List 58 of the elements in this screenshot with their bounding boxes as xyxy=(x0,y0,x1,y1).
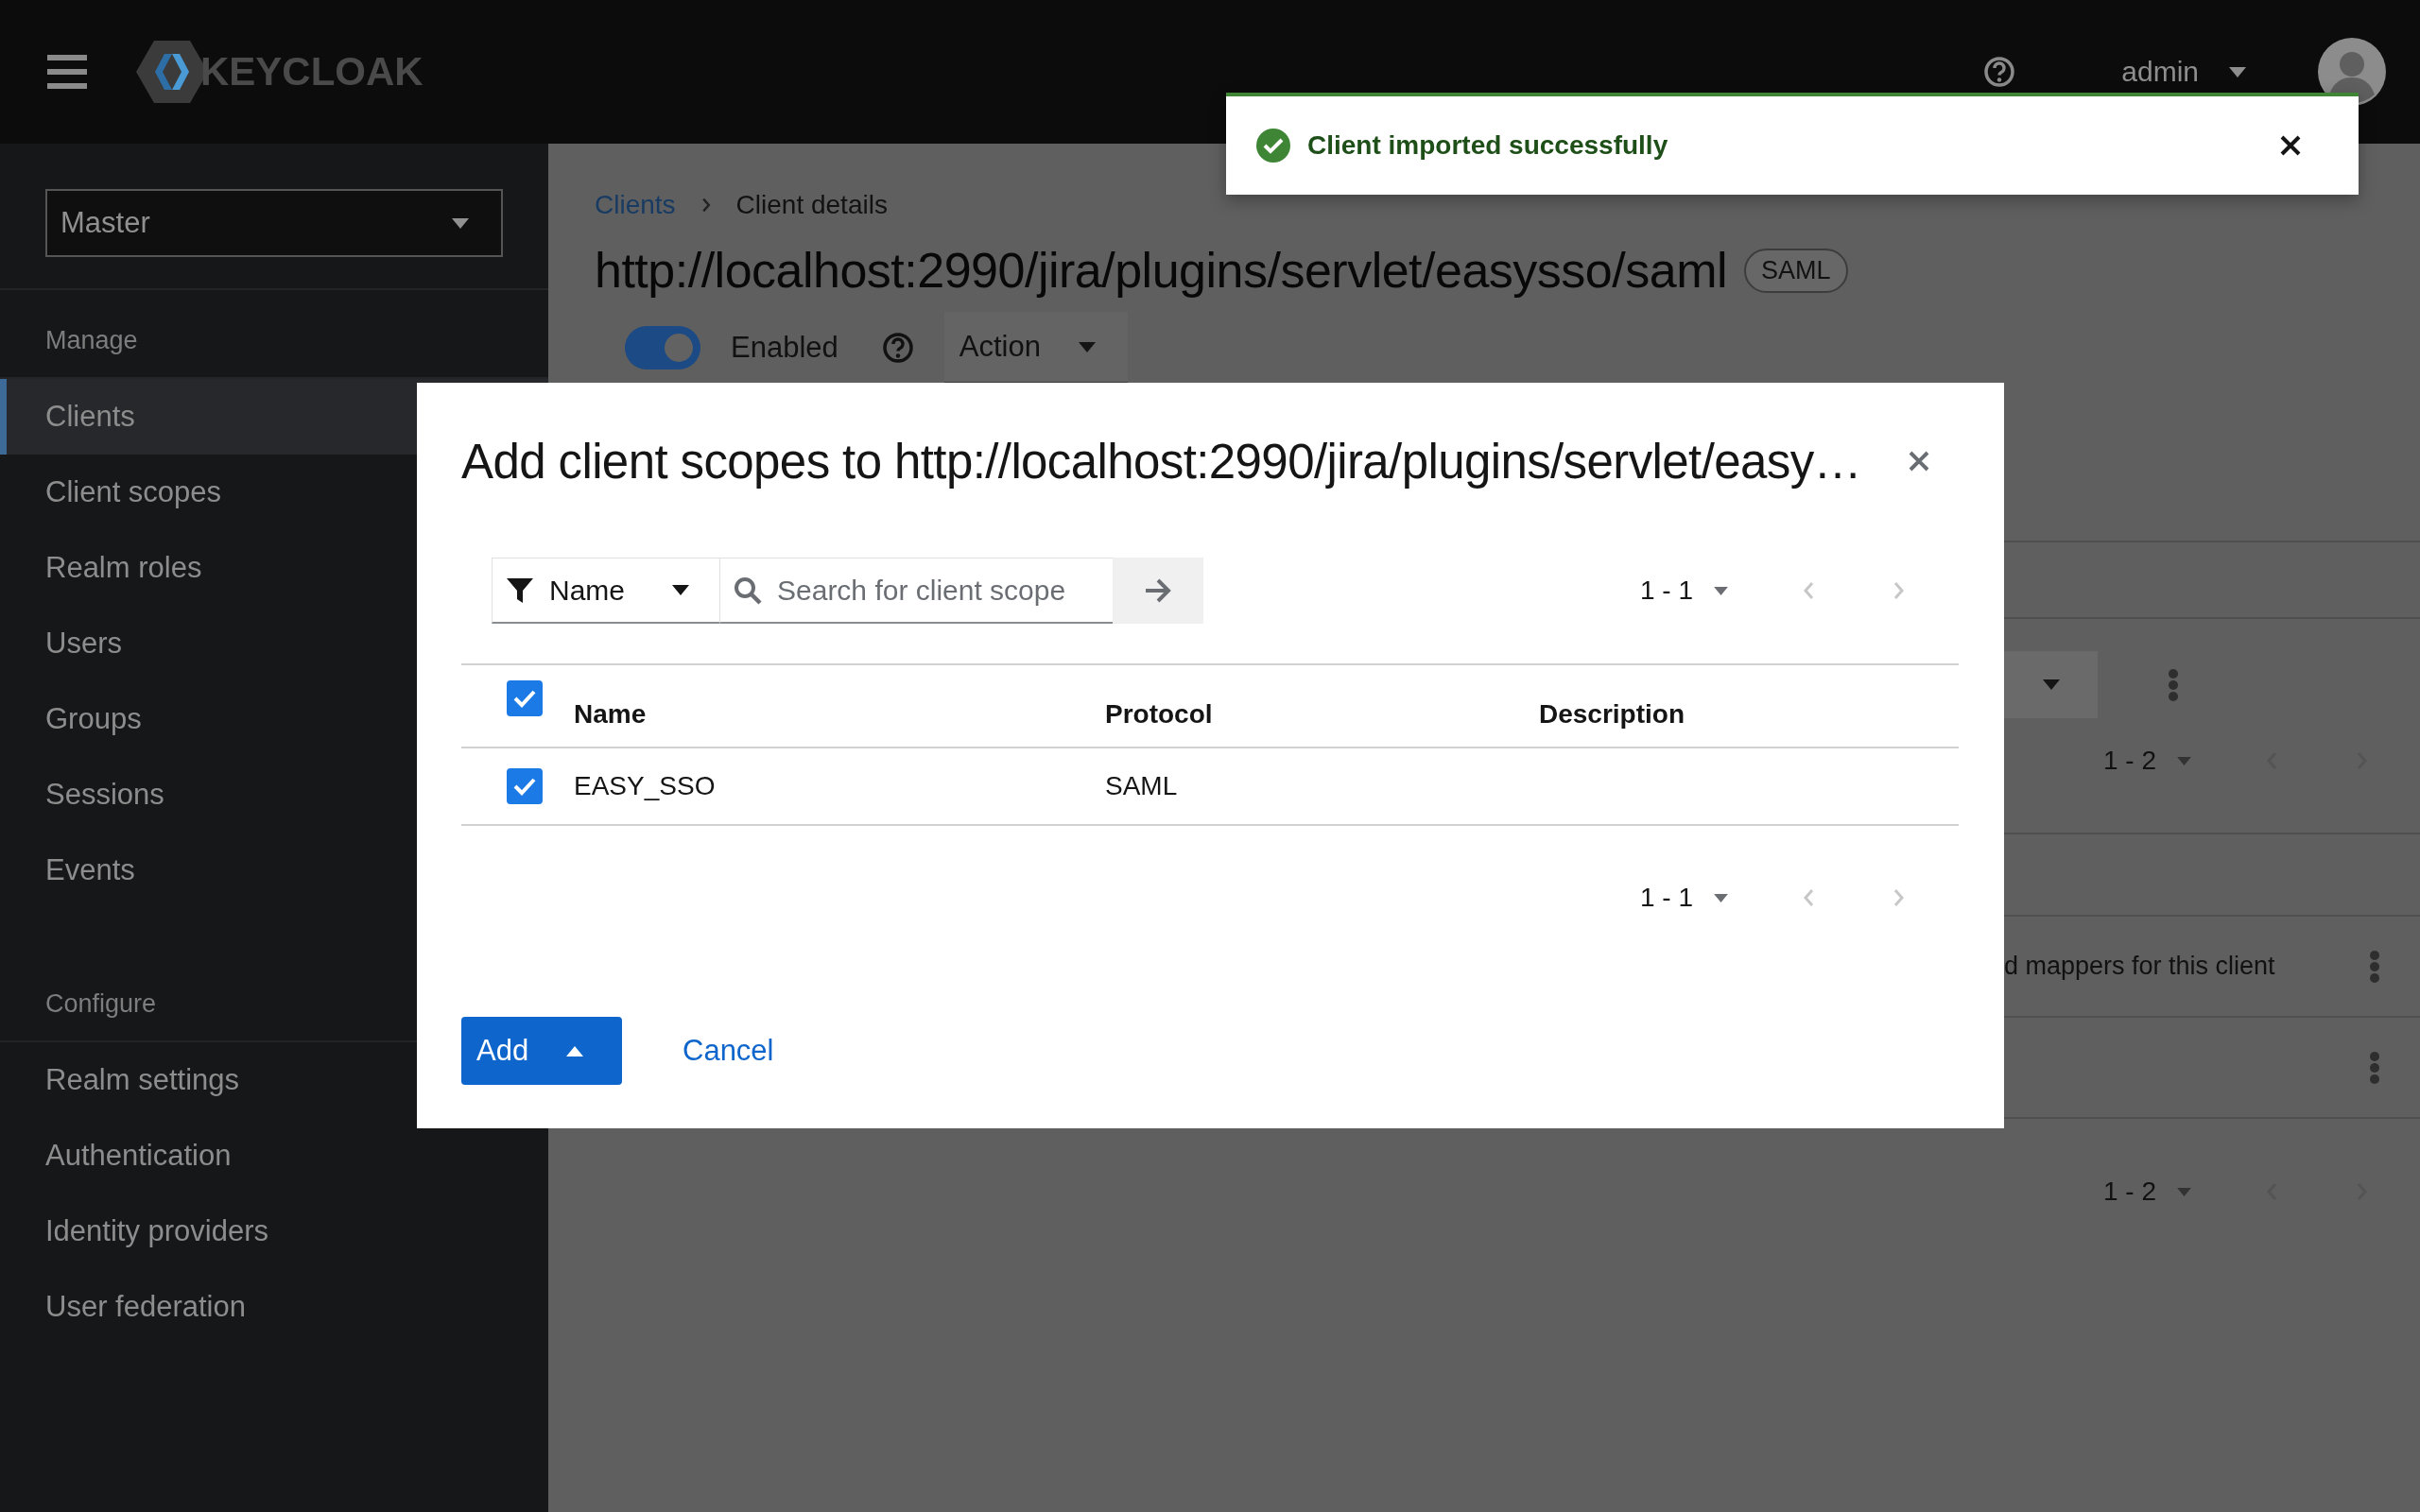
previous-page-icon[interactable] xyxy=(1802,581,1816,600)
caret-icon xyxy=(2229,66,2246,77)
caret-icon xyxy=(672,585,690,595)
filter-dropdown[interactable]: Name xyxy=(492,558,720,624)
cancel-button[interactable]: Cancel xyxy=(683,1034,774,1068)
checkmark-icon xyxy=(513,777,536,796)
next-page-icon[interactable] xyxy=(1892,581,1906,600)
add-button[interactable]: Add xyxy=(461,1017,622,1085)
pagination-dropdown[interactable]: 1 - 2 xyxy=(2103,1177,2192,1207)
switch-label: Enabled xyxy=(731,331,838,365)
user-menu[interactable]: admin xyxy=(2121,56,2246,88)
caret-icon xyxy=(2177,1187,2192,1196)
help-icon[interactable] xyxy=(881,332,914,364)
help-icon[interactable] xyxy=(1983,56,2016,88)
protocol-badge: SAML xyxy=(1744,248,1848,293)
caret-icon xyxy=(1078,341,1096,352)
next-page-icon[interactable] xyxy=(1892,888,1906,907)
caret-icon xyxy=(452,217,469,229)
alert-message: Client imported successfully xyxy=(1307,130,1668,161)
caret-icon xyxy=(1714,893,1728,902)
kebab-icon[interactable] xyxy=(2370,950,2379,983)
table-cell: EASY_SSO xyxy=(574,771,716,800)
column-header: Name xyxy=(574,664,1105,747)
nav-item[interactable]: Authentication xyxy=(0,1118,548,1194)
pagination-dropdown[interactable]: 1 - 1 xyxy=(1639,883,1728,913)
caret-up-icon xyxy=(566,1045,584,1057)
search-submit-button[interactable] xyxy=(1113,558,1203,624)
enabled-switch[interactable] xyxy=(625,326,700,369)
kebab-icon[interactable] xyxy=(2370,1051,2379,1084)
arrow-right-icon xyxy=(1144,578,1172,603)
kebab-icon[interactable] xyxy=(2169,668,2178,701)
close-icon[interactable] xyxy=(2279,134,2302,157)
caret-icon xyxy=(2043,679,2060,690)
page-title: http://localhost:2990/jira/plugins/servlet/easysso/saml xyxy=(595,242,1727,299)
action-dropdown[interactable]: Action xyxy=(943,312,1128,384)
checkbox[interactable] xyxy=(507,680,543,716)
pagination-dropdown[interactable]: 1 - 1 xyxy=(1639,576,1728,606)
breadcrumb-current: Client details xyxy=(735,190,888,220)
search-field[interactable]: Search for client scope xyxy=(720,558,1113,624)
nav-item[interactable]: User federation xyxy=(0,1269,548,1345)
checkmark-icon xyxy=(513,689,536,708)
realm-dropdown[interactable]: Master xyxy=(45,189,503,257)
search-icon xyxy=(734,576,762,605)
checkbox[interactable] xyxy=(507,768,543,804)
column-header: Description xyxy=(1539,664,1959,747)
check-circle-icon xyxy=(1256,129,1290,163)
nav-item[interactable]: Identity providers xyxy=(0,1194,548,1269)
caret-icon xyxy=(2177,756,2192,765)
pagination-dropdown[interactable]: 1 - 2 xyxy=(2103,746,2192,776)
table-cell: SAML xyxy=(1105,771,1178,800)
table-cell: d mappers for this client xyxy=(2004,952,2275,981)
column-header: Protocol xyxy=(1105,664,1539,747)
logo-text: KEYCLOAK xyxy=(200,49,424,94)
filter-icon xyxy=(506,576,534,605)
breadcrumb-separator-icon xyxy=(700,198,712,213)
menu-icon[interactable] xyxy=(47,55,87,89)
caret-icon xyxy=(1714,586,1728,595)
previous-page-icon[interactable] xyxy=(1802,888,1816,907)
